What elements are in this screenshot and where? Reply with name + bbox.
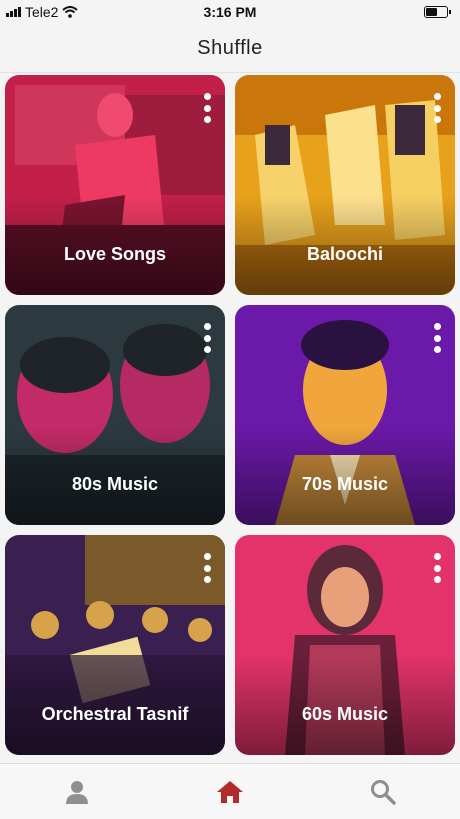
playlist-card-70s-music[interactable]: 70s Music — [235, 305, 455, 525]
tab-search[interactable] — [353, 772, 413, 812]
tab-home[interactable] — [200, 772, 260, 812]
card-label: 80s Music — [71, 474, 159, 494]
kebab-icon[interactable] — [433, 323, 441, 353]
playlist-card-80s-music[interactable]: 80s Music — [5, 305, 225, 525]
search-icon — [371, 779, 397, 805]
kebab-icon[interactable] — [203, 553, 211, 583]
tab-bar — [0, 763, 460, 819]
playlist-card-love-songs[interactable]: Love Songs — [5, 75, 225, 295]
card-label: 70s Music — [301, 474, 389, 494]
card-label: Orchestral Tasnif — [41, 704, 189, 724]
tab-profile[interactable] — [47, 772, 107, 812]
page-title: Shuffle — [197, 36, 263, 59]
playlist-card-60s-music[interactable]: 60s Music — [235, 535, 455, 755]
playlist-card-orchestral-tasnif[interactable]: Orchestral Tasnif — [5, 535, 225, 755]
card-label: Love Songs — [63, 244, 166, 264]
kebab-icon[interactable] — [433, 93, 441, 123]
kebab-icon[interactable] — [203, 323, 211, 353]
status-bar: Tele2 3:16 PM — [0, 0, 460, 24]
status-time: 3:16 PM — [203, 4, 257, 20]
battery-icon — [424, 6, 451, 18]
home-icon — [216, 780, 243, 803]
playlist-card-baloochi[interactable]: Baloochi — [235, 75, 455, 295]
kebab-icon[interactable] — [433, 553, 441, 583]
nav-bar: Shuffle — [0, 24, 460, 73]
person-icon — [65, 780, 88, 804]
card-label: Baloochi — [306, 244, 383, 264]
kebab-icon[interactable] — [203, 93, 211, 123]
card-label: 60s Music — [301, 704, 389, 724]
